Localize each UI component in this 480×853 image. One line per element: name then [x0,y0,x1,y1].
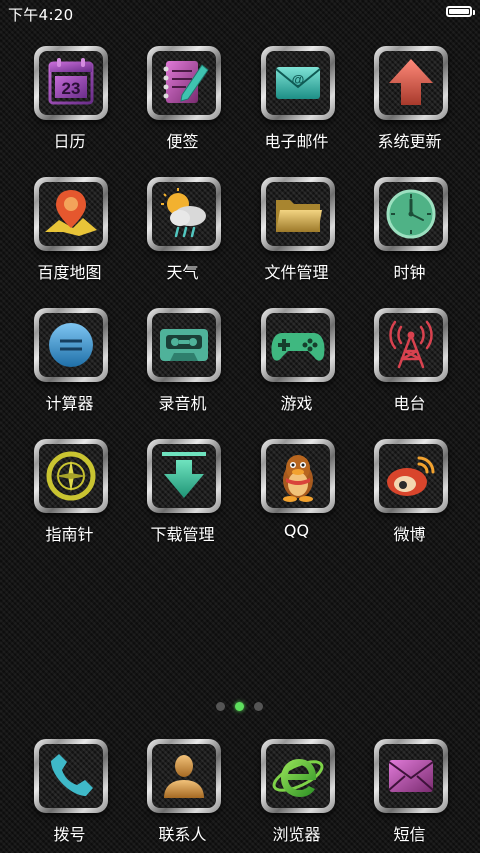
app-tile [147,46,221,120]
status-bar: 下午4:20 [0,0,480,26]
app-label: 电台 [393,394,426,413]
app-label: 时钟 [393,263,426,282]
app-compass[interactable]: 指南针 [13,437,126,557]
app-label: 浏览器 [272,825,321,844]
app-download-manager[interactable]: 下载管理 [126,437,239,557]
battery-fill [449,9,469,14]
app-label: 文件管理 [264,263,329,282]
map-pin-icon [45,190,97,236]
app-label: 录音机 [158,394,207,413]
app-radio[interactable]: 电台 [353,306,466,426]
app-label: 联系人 [158,825,207,844]
app-weibo[interactable]: 微博 [353,437,466,557]
app-label: 微博 [393,525,426,544]
app-calendar[interactable]: 23 日历 [13,44,126,164]
app-recorder[interactable]: 录音机 [126,306,239,426]
dock: 拨号 联系人 浏览器 短信 [0,737,480,853]
app-label: 电子邮件 [264,132,329,151]
app-label: 计算器 [45,394,94,413]
page-dot[interactable] [216,702,225,711]
app-tile: @ [261,46,335,120]
contact-person-icon [164,755,204,798]
app-messages[interactable]: 短信 [353,737,466,853]
app-dialer[interactable]: 拨号 [13,737,126,853]
page-dot-active[interactable] [235,702,244,711]
download-arrow-icon [162,452,206,498]
app-tile [374,308,448,382]
app-qq[interactable]: QQ [240,437,353,557]
app-tile [261,177,335,251]
app-browser[interactable]: 浏览器 [240,737,353,853]
cassette-icon [160,329,208,361]
phone-icon [51,754,93,796]
app-tile [261,308,335,382]
clock-icon [386,189,436,239]
app-tile [374,46,448,120]
app-file-manager[interactable]: 文件管理 [240,175,353,295]
app-tile [34,739,108,813]
app-label: 短信 [393,825,426,844]
app-tile [147,177,221,251]
status-time: 下午4:20 [8,6,74,24]
app-baidu-map[interactable]: 百度地图 [13,175,126,295]
qq-penguin-icon [283,455,313,502]
calendar-icon: 23 [48,58,94,105]
app-tile [147,308,221,382]
page-dot[interactable] [254,702,263,711]
email-icon: @ [275,67,321,99]
app-tile [147,439,221,513]
app-label: 天气 [166,263,199,282]
app-tile [34,177,108,251]
weather-icon [161,188,206,238]
notepad-icon [163,61,209,103]
app-calculator[interactable]: 计算器 [13,306,126,426]
app-label: 系统更新 [377,132,442,151]
app-label: 日历 [53,132,86,151]
app-label: 游戏 [280,394,313,413]
app-games[interactable]: 游戏 [240,306,353,426]
app-clock[interactable]: 时钟 [353,175,466,295]
app-tile [34,308,108,382]
calendar-day: 23 [62,79,81,98]
app-label: 百度地图 [37,263,102,282]
weibo-icon [387,456,435,496]
app-weather[interactable]: 天气 [126,175,239,295]
app-tile [261,739,335,813]
app-email[interactable]: @ 电子邮件 [240,44,353,164]
browser-e-icon [272,759,324,797]
page-indicator [0,701,480,713]
app-tile [374,177,448,251]
battery-icon [446,6,475,17]
email-at: @ [292,72,305,87]
app-tile [261,439,335,513]
app-system-update[interactable]: 系统更新 [353,44,466,164]
app-contacts[interactable]: 联系人 [126,737,239,853]
app-notes[interactable]: 便签 [126,44,239,164]
app-label: 下载管理 [150,525,215,544]
app-label: QQ [283,521,310,540]
update-arrow-icon [389,59,433,105]
app-tile [34,439,108,513]
app-tile [374,739,448,813]
app-tile [374,439,448,513]
folder-icon [276,200,322,232]
app-tile: 23 [34,46,108,120]
app-tile [147,739,221,813]
gamepad-icon [271,333,325,361]
radio-tower-icon [389,320,433,369]
app-label: 拨号 [53,825,86,844]
message-envelope-icon [388,760,434,792]
app-label: 指南针 [45,525,94,544]
compass-icon [46,451,96,501]
app-label: 便签 [166,132,199,151]
calculator-icon [49,323,93,367]
